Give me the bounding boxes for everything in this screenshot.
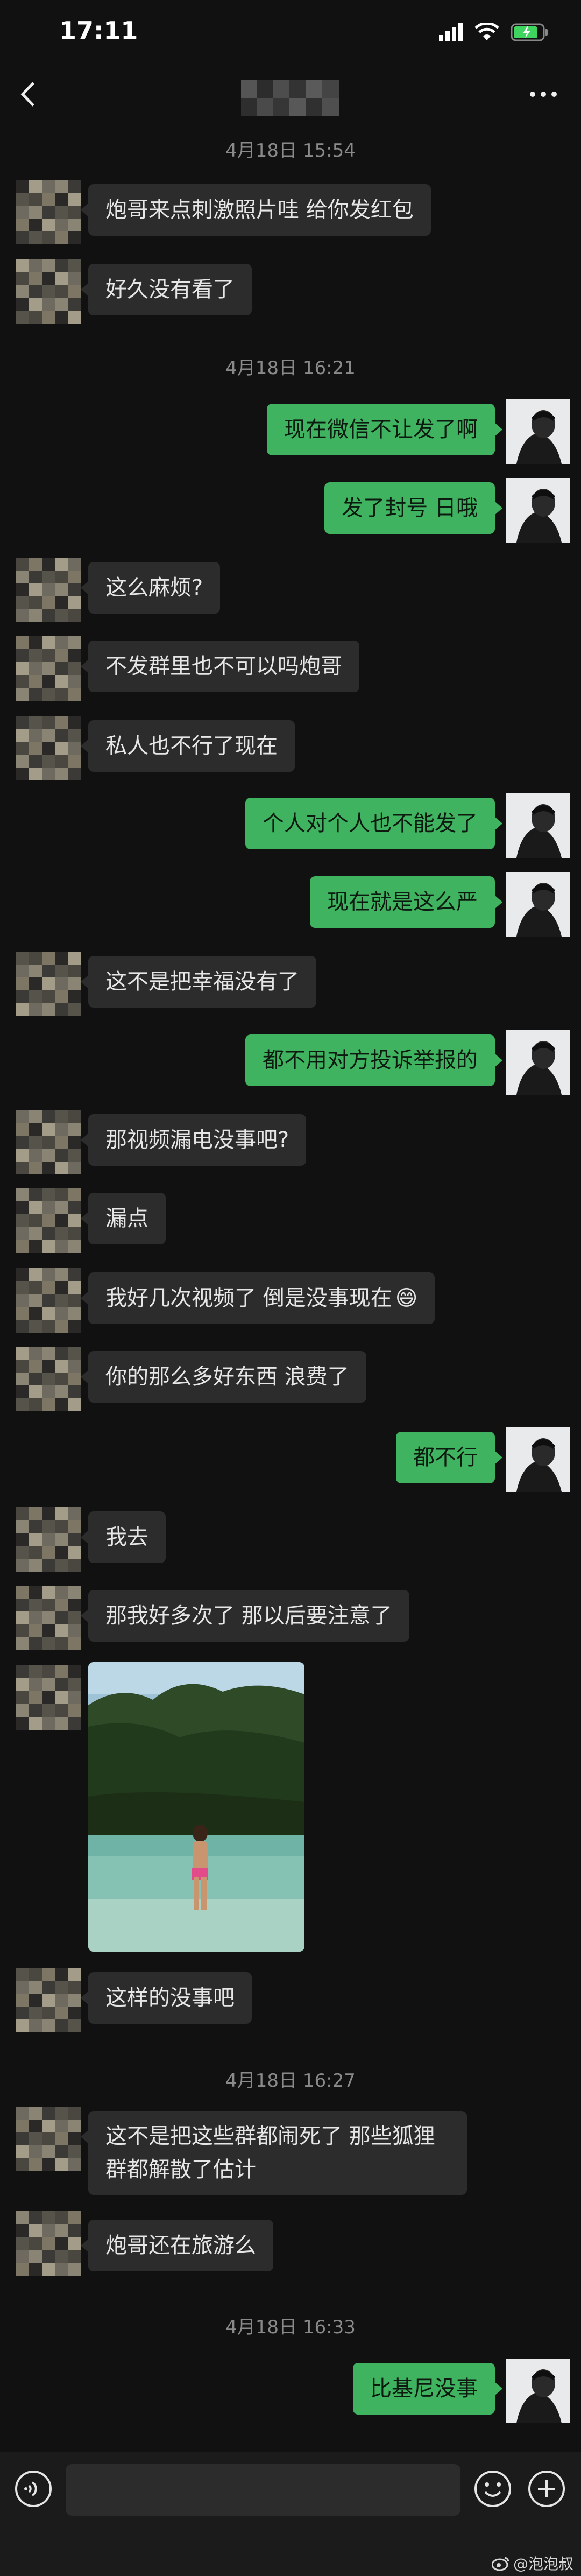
message-text: 我好几次视频了 倒是没事现在 [105,1286,392,1311]
timestamp: 4月18日 15:54 [225,140,356,161]
contact-avatar[interactable] [16,2211,81,2276]
watermark-text: @泡泡叔 [513,2555,573,2573]
my-avatar[interactable] [506,872,570,937]
contact-avatar[interactable] [16,558,81,622]
message-bubble[interactable]: 现在就是这么严 [310,876,502,928]
message-bubble[interactable]: 好久没有看了 [81,264,252,315]
message-bubble[interactable]: 都不用对方投诉举报的 [245,1034,502,1086]
contact-name-mosaic [241,80,339,116]
message-bubble[interactable]: 炮哥来点刺激照片哇 给你发红包 [81,184,431,236]
contact-avatar[interactable] [16,1188,81,1253]
contact-avatar[interactable] [16,636,81,701]
message-bubble[interactable]: 那我好多次了 那以后要注意了 [81,1590,409,1642]
status-time: 17:11 [59,16,138,45]
contact-avatar[interactable] [16,1268,81,1333]
my-avatar[interactable] [506,478,570,543]
more-options-icon[interactable] [527,89,559,100]
message-bubble[interactable]: 我好几次视频了 倒是没事现在 😄 [80,1272,435,1324]
message-bubble[interactable]: 这不是把这些群都闹死了 那些狐狸群都解散了估计 [81,2111,467,2195]
my-avatar[interactable] [506,399,570,464]
message-bubble[interactable]: 不发群里也不可以吗炮哥 [81,641,359,692]
cellular-signal-icon [439,23,463,41]
message-bubble[interactable]: 都不行 [396,1432,502,1483]
battery-charging-icon [511,23,548,41]
contact-avatar[interactable] [16,1586,81,1650]
message-bubble[interactable]: 那视频漏电没事吧? [80,1114,307,1166]
contact-avatar[interactable] [16,1968,81,2032]
grinning-emoji: 😄 [395,1286,418,1311]
contact-avatar[interactable] [16,1665,81,1730]
plus-icon[interactable] [527,2469,566,2508]
message-bubble[interactable]: 炮哥还在旅游么 [81,2220,273,2271]
timestamp: 4月18日 16:27 [225,2070,356,2092]
message-bubble[interactable]: 发了封号 日哦 [324,482,502,534]
contact-avatar[interactable] [16,1347,81,1411]
message-bubble[interactable]: 你的那么多好东西 浪费了 [81,1351,366,1403]
message-bubble[interactable]: 私人也不行了现在 [81,720,295,772]
message-input[interactable] [66,2464,460,2516]
my-avatar[interactable] [506,1030,570,1095]
message-bubble[interactable]: 这样的没事吧 [81,1972,252,2024]
emoji-icon[interactable] [473,2469,512,2508]
weibo-logo-icon [491,2557,509,2571]
status-bar: 17:11 [0,0,581,65]
contact-avatar[interactable] [16,2107,81,2171]
message-bubble[interactable]: 漏点 [81,1193,166,1244]
photo-message[interactable] [88,1662,304,1952]
contact-avatar[interactable] [16,1110,81,1174]
contact-avatar[interactable] [16,180,81,244]
my-avatar[interactable] [506,1427,570,1492]
message-bubble[interactable]: 这么麻烦? [80,562,221,614]
wifi-icon [474,23,499,40]
message-bubble[interactable]: 我去 [81,1511,166,1563]
message-bubble[interactable]: 个人对个人也不能发了 [245,798,502,849]
contact-avatar[interactable] [16,952,81,1016]
my-avatar[interactable] [506,793,570,858]
contact-avatar[interactable] [16,1507,81,1572]
status-icons [439,22,549,43]
contact-avatar[interactable] [16,259,81,324]
message-bubble[interactable]: 现在微信不让发了啊 [267,404,502,455]
watermark: @泡泡叔 [491,2552,573,2574]
my-avatar[interactable] [506,2359,570,2423]
timestamp: 4月18日 16:33 [225,2317,356,2338]
timestamp: 4月18日 16:21 [225,357,356,379]
message-bubble[interactable]: 这不是把幸福没有了 [81,956,316,1008]
message-bubble[interactable]: 比基尼没事 [353,2363,502,2415]
back-icon[interactable] [18,81,40,108]
contact-avatar[interactable] [16,716,81,780]
voice-input-icon[interactable] [14,2469,53,2508]
